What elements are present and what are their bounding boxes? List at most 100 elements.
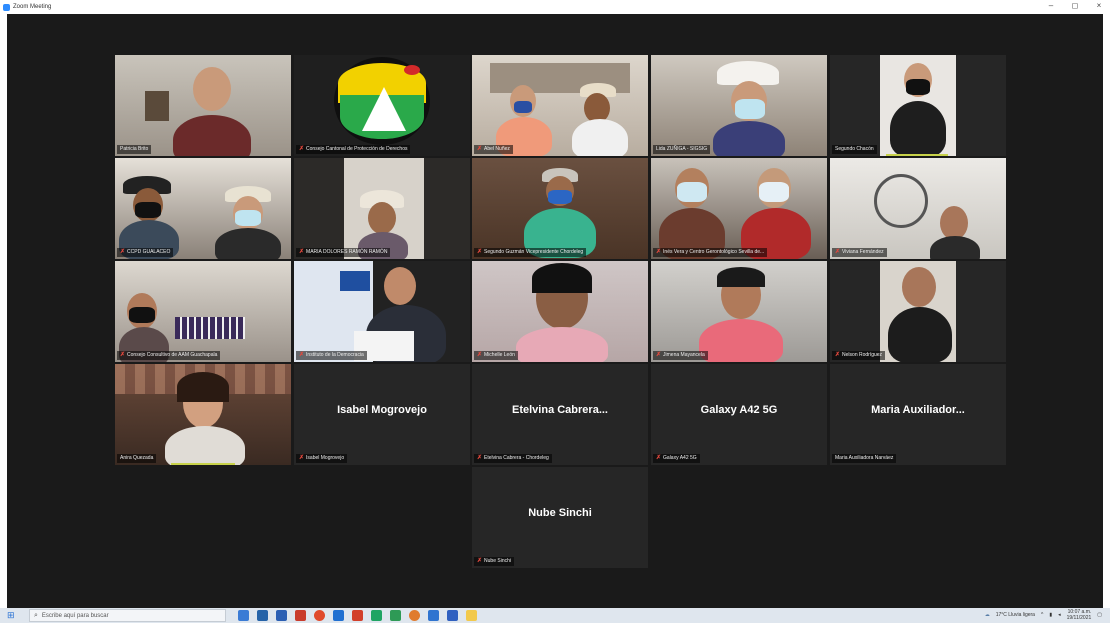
participant-tile[interactable]: ✗ Viviana Fernández bbox=[830, 158, 1006, 259]
participant-display-name: Nube Sinchi bbox=[528, 507, 592, 519]
participant-tile[interactable]: Patricia Brito bbox=[115, 55, 291, 156]
muted-mic-icon: ✗ bbox=[477, 249, 483, 255]
participant-tile[interactable]: Isabel Mogrovejo ✗ Isabel Mogrovejo bbox=[294, 364, 470, 465]
taskbar-pinned-apps bbox=[238, 610, 477, 621]
participant-tile[interactable]: Etelvina Cabrera... ✗ Etelvina Cabrera -… bbox=[472, 364, 648, 465]
zoom-taskbar-icon[interactable] bbox=[257, 610, 268, 621]
participant-name: Nube Sinchi bbox=[484, 558, 511, 564]
participant-tile[interactable]: ✗ Instituto de la Democracia bbox=[294, 261, 470, 362]
participant-name: Inés Vera y Centro Gerontológico Sevilla… bbox=[663, 249, 765, 255]
participant-name-tag: ✗ Segundo Guzmán Vicepresidente Chordele… bbox=[474, 248, 587, 257]
weather-icon: ☁ bbox=[984, 612, 990, 618]
participant-name-tag: ✗ Nelson Rodríguez bbox=[832, 351, 886, 360]
muted-mic-icon: ✗ bbox=[656, 249, 662, 255]
participant-tile[interactable]: ✗ Consejo Consultivo de AAM Guachapala bbox=[115, 261, 291, 362]
gallery-view: Patricia Brito ✗ Consejo Cantonal de Pro… bbox=[7, 14, 1103, 608]
minimize-button[interactable]: – bbox=[1046, 1, 1056, 10]
clock[interactable]: 10:07 a.m. 19/11/2021 bbox=[1067, 609, 1092, 621]
participant-tile[interactable]: ✗ MARIA DOLORES RAMÓN RAMÓN bbox=[294, 158, 470, 259]
participant-name-tag: ✗ Inés Vera y Centro Gerontológico Sevil… bbox=[653, 248, 768, 257]
participant-tile[interactable]: Nube Sinchi ✗ Nube Sinchi bbox=[472, 467, 648, 568]
media-app-icon[interactable] bbox=[352, 610, 363, 621]
participant-tile[interactable]: Galaxy A42 5G ✗ Galaxy A42 5G bbox=[651, 364, 827, 465]
participant-name: Patricia Brito bbox=[120, 146, 149, 152]
audio-level-indicator bbox=[171, 463, 235, 465]
participant-name: Nelson Rodríguez bbox=[842, 352, 883, 358]
audio-level-indicator bbox=[886, 154, 948, 156]
participant-tile[interactable]: ✗ Michelle León bbox=[472, 261, 648, 362]
participant-tile[interactable]: ✗ Consejo Cantonal de Protección de Dere… bbox=[294, 55, 470, 156]
network-icon[interactable]: ▮ bbox=[1049, 612, 1052, 618]
participant-tile-active-speaker[interactable]: ✗ Abel Nuñez bbox=[472, 55, 648, 156]
participant-tile[interactable]: ✗ Jimena Mayancela bbox=[651, 261, 827, 362]
participant-tile[interactable]: Segundo Chacón bbox=[830, 55, 1006, 156]
mail-app-icon[interactable] bbox=[333, 610, 344, 621]
muted-mic-icon: ✗ bbox=[477, 455, 483, 461]
system-tray: ☁ 17°C Lluvia ligera ^ ▮ ◂ 10:07 a.m. 19… bbox=[985, 609, 1102, 621]
muted-mic-icon: ✗ bbox=[120, 352, 126, 358]
participant-name: MARIA DOLORES RAMÓN RAMÓN bbox=[306, 249, 388, 255]
clock-date: 19/11/2021 bbox=[1066, 615, 1092, 621]
close-button[interactable]: × bbox=[1094, 1, 1104, 10]
muted-mic-icon: ✗ bbox=[299, 249, 305, 255]
participant-name-tag: ✗ Galaxy A42 5G bbox=[653, 454, 700, 463]
participant-tile[interactable]: Lida ZUÑIGA - SIGSIG bbox=[651, 55, 827, 156]
maximize-button[interactable]: ◻ bbox=[1070, 1, 1080, 10]
weather-status[interactable]: 17°C Lluvia ligera bbox=[996, 612, 1035, 618]
window-titlebar: Zoom Meeting – ◻ × bbox=[0, 0, 1110, 14]
participant-tile[interactable]: ✗ Segundo Guzmán Vicepresidente Chordele… bbox=[472, 158, 648, 259]
word-app-icon[interactable] bbox=[276, 610, 287, 621]
excel-app-icon[interactable] bbox=[390, 610, 401, 621]
participant-display-name: Etelvina Cabrera... bbox=[512, 404, 608, 416]
participant-name-tag: Lida ZUÑIGA - SIGSIG bbox=[653, 145, 711, 154]
taskbar-search-input[interactable]: ⌕ Escribe aquí para buscar bbox=[29, 609, 226, 622]
participant-name-tag: ✗ Consejo Consultivo de AAM Guachapala bbox=[117, 351, 221, 360]
window-controls: – ◻ × bbox=[1046, 1, 1104, 10]
participant-name: Galaxy A42 5G bbox=[663, 455, 697, 461]
notifications-icon[interactable]: ▢ bbox=[1097, 612, 1102, 618]
chrome-app-icon[interactable] bbox=[238, 610, 249, 621]
participant-tile[interactable]: Anira Quezada bbox=[115, 364, 291, 465]
whatsapp-app-icon[interactable] bbox=[371, 610, 382, 621]
participant-name: Lida ZUÑIGA - SIGSIG bbox=[656, 146, 708, 152]
muted-mic-icon: ✗ bbox=[477, 146, 483, 152]
powerpoint-app-icon[interactable] bbox=[295, 610, 306, 621]
participant-name-tag: Segundo Chacón bbox=[832, 145, 877, 154]
participant-tile[interactable]: ✗ Inés Vera y Centro Gerontológico Sevil… bbox=[651, 158, 827, 259]
participant-display-name: Isabel Mogrovejo bbox=[337, 404, 427, 416]
participant-tile[interactable]: ✗ Nelson Rodríguez bbox=[830, 261, 1006, 362]
explorer-app-icon[interactable] bbox=[428, 610, 439, 621]
windows-taskbar: ⊞ ⌕ Escribe aquí para buscar ☁ 17°C Lluv… bbox=[0, 608, 1110, 623]
participant-name: Segundo Guzmán Vicepresidente Chordeleg bbox=[484, 249, 584, 255]
muted-mic-icon: ✗ bbox=[835, 352, 841, 358]
participant-name-tag: ✗ Consejo Cantonal de Protección de Dere… bbox=[296, 145, 411, 154]
participant-name-tag: ✗ Viviana Fernández bbox=[832, 248, 887, 257]
opera-app-icon[interactable] bbox=[314, 610, 325, 621]
participant-name: Anira Quezada bbox=[120, 455, 154, 461]
participant-name: Etelvina Cabrera - Chordeleg bbox=[484, 455, 549, 461]
participant-name-tag: ✗ CCPD GUALACEO bbox=[117, 248, 174, 257]
participant-name: Maria Auxiliadora Narváez bbox=[835, 455, 894, 461]
search-icon: ⌕ bbox=[34, 611, 38, 619]
participant-tile[interactable]: ✗ CCPD GUALACEO bbox=[115, 158, 291, 259]
participant-name-tag: Patricia Brito bbox=[117, 145, 152, 154]
participant-name-tag: ✗ Instituto de la Democracia bbox=[296, 351, 367, 360]
muted-mic-icon: ✗ bbox=[299, 146, 305, 152]
participant-name: Consejo Consultivo de AAM Guachapala bbox=[127, 352, 218, 358]
store-app-icon[interactable] bbox=[447, 610, 458, 621]
participant-name: CCPD GUALACEO bbox=[127, 249, 171, 255]
participant-name-tag: ✗ Jimena Mayancela bbox=[653, 351, 708, 360]
file-manager-app-icon[interactable] bbox=[466, 610, 477, 621]
windows-start-icon[interactable]: ⊞ bbox=[7, 611, 19, 620]
speaker-icon[interactable]: ◂ bbox=[1058, 612, 1061, 618]
participant-name: Jimena Mayancela bbox=[663, 352, 705, 358]
participant-display-name: Galaxy A42 5G bbox=[700, 404, 778, 416]
participant-name-tag: Maria Auxiliadora Narváez bbox=[832, 454, 897, 463]
muted-mic-icon: ✗ bbox=[299, 352, 305, 358]
firefox-app-icon[interactable] bbox=[409, 610, 420, 621]
participant-name-tag: Anira Quezada bbox=[117, 454, 157, 463]
participant-tile[interactable]: Maria Auxiliador... Maria Auxiliadora Na… bbox=[830, 364, 1006, 465]
participant-name-tag: ✗ Abel Nuñez bbox=[474, 145, 513, 154]
chevron-up-icon[interactable]: ^ bbox=[1041, 612, 1043, 618]
muted-mic-icon: ✗ bbox=[299, 455, 305, 461]
